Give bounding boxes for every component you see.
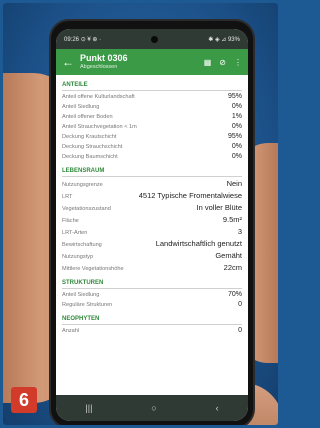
row-value: 70% (227, 291, 242, 298)
row-value: 95% (227, 93, 242, 100)
row-label: Anteil offene Kulturlandschaft (62, 94, 135, 100)
back-arrow-icon[interactable]: ← (62, 55, 76, 69)
row-value: In voller Blüte (196, 203, 242, 212)
app-bar-actions: ▦ ⊘ ⋮ (204, 58, 242, 67)
list-item: LRT-Arten 3 (62, 225, 242, 237)
row-label: Fläche (62, 218, 79, 224)
row-value: Gemäht (215, 251, 242, 260)
row-label: Deckung Krautschicht (62, 134, 117, 140)
list-item: Mittlere Vegetationshöhe 22cm (62, 261, 242, 273)
row-label: Anteil Siedlung (62, 104, 100, 110)
list-item: Reguläre Strukturen 0 (62, 299, 242, 309)
row-label: Anteil offener Boden (62, 114, 113, 120)
list-item: Anteil Siedlung 0% (62, 101, 242, 111)
row-label: Nutzungsgrenze (62, 182, 103, 188)
row-value: 3 (237, 227, 242, 236)
figure-number-badge: 6 (11, 387, 37, 413)
list-item: Vegetationszustand In voller Blüte (62, 201, 242, 213)
status-right-icons: ✱ ◈ ⊿ 93% (208, 36, 240, 43)
section-strukturen: STRUKTUREN (62, 275, 242, 289)
row-value: 22cm (223, 263, 242, 272)
page-subtitle: Abgeschlossen (80, 63, 118, 70)
list-item: Fläche 9.5m² (62, 213, 242, 225)
list-item: LRT 4512 Typische Fromentalwiese (62, 189, 242, 201)
row-value: 4512 Typische Fromentalwiese (138, 191, 242, 200)
row-value: 0% (231, 103, 242, 110)
list-item: Nutzungsgrenze Nein (62, 177, 242, 189)
row-value: 9.5m² (222, 215, 242, 224)
row-value: Nein (226, 179, 242, 188)
section-anteile: ANTEILE (62, 77, 242, 91)
status-time: 09:26 (64, 36, 80, 43)
row-label: Vegetationszustand (62, 206, 111, 212)
status-bar: 09:26 ⊙ ¥ ⊕ · ✱ ◈ ⊿ 93% (56, 29, 248, 49)
photo-background: 09:26 ⊙ ¥ ⊕ · ✱ ◈ ⊿ 93% ← Punkt 0306 Abg… (3, 3, 278, 425)
app-bar-titles: Punkt 0306 Abgeschlossen (80, 52, 204, 71)
row-value: 0 (238, 327, 242, 334)
home-icon[interactable]: ○ (151, 403, 156, 413)
system-nav-bar: ||| ○ ‹ (56, 395, 248, 421)
status-left: 09:26 ⊙ ¥ ⊕ · (64, 36, 101, 43)
recent-apps-icon[interactable]: ||| (85, 403, 92, 413)
page-title: Punkt 0306 (80, 52, 128, 63)
row-value: 0% (231, 123, 242, 130)
more-vert-icon[interactable]: ⋮ (234, 58, 242, 67)
row-value: 0 (238, 301, 242, 308)
list-item: Anzahl 0 (62, 325, 242, 335)
list-item: Nutzungstyp Gemäht (62, 249, 242, 261)
row-label: Deckung Baumschicht (62, 154, 118, 160)
row-value: Landwirtschaftlich genutzt (155, 239, 242, 248)
list-item: Deckung Krautschicht 95% (62, 131, 242, 141)
list-item: Anteil Siedlung 70% (62, 289, 242, 299)
list-item: Anteil offene Kulturlandschaft 95% (62, 91, 242, 101)
row-label: Bewirtschaftung (62, 242, 102, 248)
row-value: 0% (231, 143, 242, 150)
phone-screen: 09:26 ⊙ ¥ ⊕ · ✱ ◈ ⊿ 93% ← Punkt 0306 Abg… (56, 29, 248, 421)
row-label: Anteil Strauchvegetation < 1m (62, 124, 137, 130)
grid-icon[interactable]: ▦ (204, 58, 212, 67)
row-label: Anzahl (62, 328, 80, 334)
row-value: 0% (231, 153, 242, 160)
app-bar: ← Punkt 0306 Abgeschlossen ▦ ⊘ ⋮ (56, 49, 248, 75)
list-item: Deckung Baumschicht 0% (62, 151, 242, 161)
row-label: Mittlere Vegetationshöhe (62, 266, 124, 272)
phone: 09:26 ⊙ ¥ ⊕ · ✱ ◈ ⊿ 93% ← Punkt 0306 Abg… (51, 21, 253, 425)
list-item: Anteil offener Boden 1% (62, 111, 242, 121)
row-value: 95% (227, 133, 242, 140)
section-neophyten: NEOPHYTEN (62, 311, 242, 325)
list-item: Bewirtschaftung Landwirtschaftlich genutz… (62, 237, 242, 249)
list-item: Anteil Strauchvegetation < 1m 0% (62, 121, 242, 131)
row-label: Reguläre Strukturen (62, 302, 113, 308)
camera-hole (151, 35, 159, 43)
row-label: LRT-Arten (62, 230, 88, 236)
status-left-icons: ⊙ ¥ ⊕ · (80, 36, 102, 43)
row-label: LRT (62, 194, 73, 200)
list-item: Deckung Strauchschicht 0% (62, 141, 242, 151)
row-label: Nutzungstyp (62, 254, 94, 260)
check-circle-icon[interactable]: ⊘ (219, 58, 226, 67)
nav-back-icon[interactable]: ‹ (216, 403, 219, 413)
row-value: 1% (231, 113, 242, 120)
row-label: Anteil Siedlung (62, 292, 100, 298)
section-lebensraum: LEBENSRAUM (62, 163, 242, 177)
row-label: Deckung Strauchschicht (62, 144, 123, 150)
detail-content: ANTEILE Anteil offene Kulturlandschaft 95… (56, 75, 248, 395)
